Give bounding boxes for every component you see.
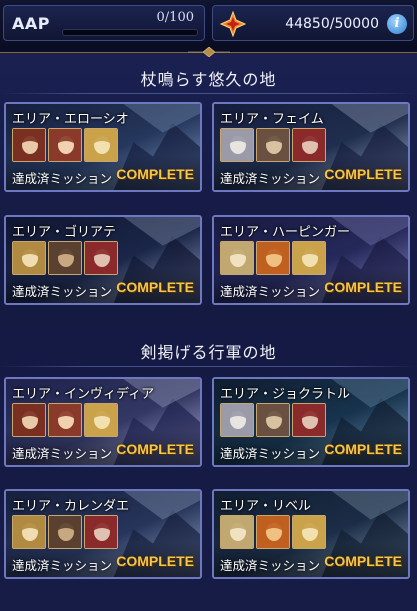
area-card-title: エリア・カレンダエ (12, 499, 130, 514)
area-card-title: エリア・ジョクラトル (220, 387, 351, 402)
section-title-1: 杖鳴らす悠久の地 (140, 70, 277, 89)
character-avatar-icon (221, 242, 253, 274)
character-portrait (292, 241, 326, 275)
complete-badge: COMPLETE (116, 166, 194, 182)
character-portrait (220, 403, 254, 437)
character-portrait (84, 515, 118, 549)
character-portrait (84, 128, 118, 162)
area-card[interactable]: エリア・インヴィディア 達成済ミッション COMPLETE (4, 377, 202, 467)
character-portrait (12, 403, 46, 437)
character-avatar-icon (85, 242, 117, 274)
character-avatar-icon (85, 516, 117, 548)
character-portrait (12, 241, 46, 275)
character-portrait (48, 403, 82, 437)
character-portrait (256, 403, 290, 437)
mission-label: 達成済ミッション (220, 171, 321, 186)
complete-badge: COMPLETE (116, 553, 194, 569)
character-avatar-icon (85, 404, 117, 436)
character-portrait (84, 403, 118, 437)
area-card[interactable]: エリア・ジョクラトル 達成済ミッション COMPLETE (212, 377, 410, 467)
complete-badge: COMPLETE (324, 553, 402, 569)
mission-label: 達成済ミッション (220, 284, 321, 299)
character-avatar-icon (49, 516, 81, 548)
character-portrait (292, 515, 326, 549)
character-avatar-icon (49, 404, 81, 436)
character-avatar-icon (13, 242, 45, 274)
ornament-icon (188, 47, 230, 57)
section-divider (0, 93, 417, 94)
character-portrait (292, 403, 326, 437)
area-card[interactable]: エリア・エローシオ 達成済ミッション COMPLETE (4, 102, 202, 192)
character-portrait (220, 128, 254, 162)
character-avatar-icon (257, 404, 289, 436)
area-card[interactable]: エリア・フェイム 達成済ミッション COMPLETE (212, 102, 410, 192)
character-avatar-icon (293, 129, 325, 161)
character-avatar-icon (85, 129, 117, 161)
complete-badge: COMPLETE (324, 166, 402, 182)
mission-label: 達成済ミッション (12, 558, 113, 573)
character-portrait (48, 515, 82, 549)
character-portrait (84, 241, 118, 275)
area-card-title: エリア・ハーピンガー (220, 225, 351, 240)
area-card[interactable]: エリア・リベル 達成済ミッション COMPLETE (212, 489, 410, 579)
mission-label: 達成済ミッション (12, 171, 113, 186)
character-avatar-icon (293, 242, 325, 274)
mission-label: 達成済ミッション (220, 446, 321, 461)
area-card-title: エリア・フェイム (220, 112, 324, 127)
character-avatar-icon (221, 516, 253, 548)
aap-gauge[interactable]: AAP 0/100 (3, 5, 205, 41)
mission-label: 達成済ミッション (12, 284, 113, 299)
character-avatar-icon (221, 129, 253, 161)
resource-value: 44850/50000 (285, 16, 379, 32)
character-portrait (48, 241, 82, 275)
character-portrait (12, 128, 46, 162)
character-avatar-icon (257, 129, 289, 161)
character-avatar-icon (293, 516, 325, 548)
area-card[interactable]: エリア・カレンダエ 達成済ミッション COMPLETE (4, 489, 202, 579)
character-portrait (48, 128, 82, 162)
mission-label: 達成済ミッション (12, 446, 113, 461)
complete-badge: COMPLETE (116, 279, 194, 295)
character-avatar-icon (13, 516, 45, 548)
complete-badge: COMPLETE (116, 441, 194, 457)
character-portrait (256, 241, 290, 275)
aap-label: AAP (12, 14, 50, 33)
character-portrait (220, 515, 254, 549)
area-card-title: エリア・ゴリアテ (12, 225, 117, 240)
info-icon[interactable]: i (387, 14, 407, 34)
character-portrait (12, 515, 46, 549)
character-avatar-icon (49, 242, 81, 274)
aap-count: 0/100 (156, 10, 194, 25)
top-bar: AAP 0/100 44850/50000 i (0, 0, 417, 48)
character-portrait (220, 241, 254, 275)
section-divider (0, 366, 417, 367)
mission-label: 達成済ミッション (220, 558, 321, 573)
character-portrait (292, 128, 326, 162)
area-card-title: エリア・リベル (220, 499, 312, 514)
character-avatar-icon (257, 516, 289, 548)
section-title-2: 剣掲げる行軍の地 (140, 343, 277, 362)
character-portrait (256, 515, 290, 549)
character-avatar-icon (221, 404, 253, 436)
complete-badge: COMPLETE (324, 279, 402, 295)
character-portrait (256, 128, 290, 162)
complete-badge: COMPLETE (324, 441, 402, 457)
area-card-title: エリア・インヴィディア (12, 387, 155, 402)
character-avatar-icon (13, 129, 45, 161)
aap-progress-bar (62, 29, 198, 36)
character-avatar-icon (293, 404, 325, 436)
character-avatar-icon (257, 242, 289, 274)
area-card[interactable]: エリア・ゴリアテ 達成済ミッション COMPLETE (4, 215, 202, 305)
character-avatar-icon (49, 129, 81, 161)
star-crystal-icon (220, 11, 246, 37)
area-card-title: エリア・エローシオ (12, 112, 129, 127)
resource-counter[interactable]: 44850/50000 i (212, 5, 414, 41)
area-card[interactable]: エリア・ハーピンガー 達成済ミッション COMPLETE (212, 215, 410, 305)
character-avatar-icon (13, 404, 45, 436)
